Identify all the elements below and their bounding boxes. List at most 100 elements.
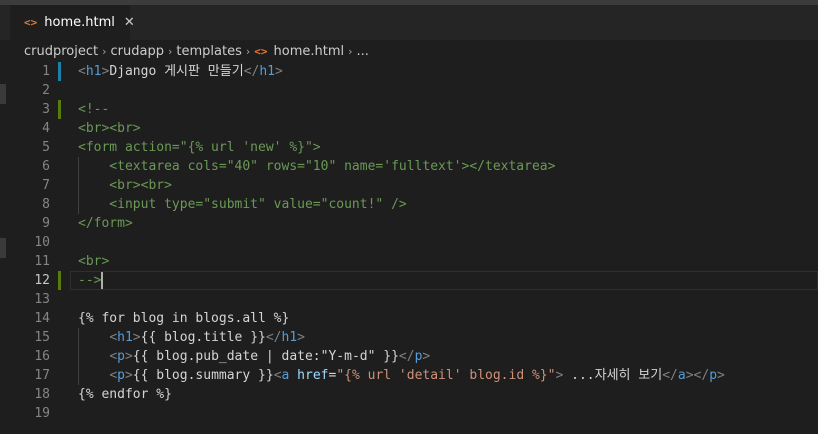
code-line[interactable]: 11 <br> [0, 252, 818, 271]
breadcrumb-more[interactable]: ... [357, 44, 369, 59]
code-line[interactable]: 1 <h1>Django 게시판 만들기</h1> [0, 62, 818, 81]
git-change-marker[interactable] [58, 100, 61, 119]
code-line[interactable]: 12 --> [0, 271, 818, 290]
code-line[interactable]: 4 <br><br> [0, 119, 818, 138]
code-line[interactable]: 5 <form action="{% url 'new' %}"> [0, 138, 818, 157]
code-token: p [709, 368, 718, 383]
code-token: <br><br> [78, 121, 141, 136]
git-change-marker[interactable] [58, 271, 61, 290]
tab-home-html[interactable]: <> home.html ✕ [10, 5, 135, 40]
line-number: 19 [34, 406, 50, 421]
line-number: 7 [42, 178, 50, 193]
code-line[interactable]: 16 <p>{{ blog.pub_date | date:"Y-m-d" }}… [0, 347, 818, 366]
code-token: h1 [85, 64, 102, 79]
code-line[interactable]: 18 {% endfor %} [0, 385, 818, 404]
line-number: 15 [34, 330, 50, 345]
code-token: > [132, 330, 141, 345]
code-token: h1 [259, 64, 275, 79]
line-code: <h1>{{ blog.title }}</h1> [78, 328, 305, 347]
tab-label: home.html [44, 15, 115, 30]
line-number: 14 [34, 311, 50, 326]
code-token: {% endfor %} [78, 387, 172, 402]
line-code: <br><br> [78, 119, 141, 138]
code-line[interactable]: 2 [0, 81, 818, 100]
code-token: a [677, 368, 686, 383]
line-code: --> [78, 271, 101, 290]
code-line[interactable]: 15 <h1>{{ blog.title }}</h1> [0, 328, 818, 347]
line-code: <!-- [78, 100, 109, 119]
code-line[interactable]: 3 <!-- [0, 100, 818, 119]
code-token: h1 [117, 330, 133, 345]
code-line[interactable]: 6 <textarea cols="40" rows="10" name='fu… [0, 157, 818, 176]
code-token: {{ blog.pub_date | date:"Y-m-d" }} [132, 349, 399, 364]
code-line[interactable]: 9 </form> [0, 214, 818, 233]
line-number: 17 [34, 368, 50, 383]
code-line[interactable]: 17 <p>{{ blog.summary }}<a href="{% url … [0, 366, 818, 385]
html-file-icon: <> [254, 44, 268, 58]
vscode-window: <> home.html ✕ crudproject › crudapp › t… [0, 0, 818, 434]
code-token: <!-- [78, 102, 110, 117]
code-token: < [109, 330, 118, 345]
code-token: > [717, 368, 725, 383]
line-number: 6 [42, 159, 50, 174]
code-token: </ [265, 330, 282, 345]
line-code: <br><br> [78, 176, 172, 195]
breadcrumb-crudapp[interactable]: crudapp [111, 44, 164, 59]
line-code: <form action="{% url 'new' %}"> [78, 138, 321, 157]
code-token: {% for blog in blogs.all %} [78, 311, 290, 326]
code-token: > [422, 349, 431, 364]
code-line[interactable]: 14 {% for blog in blogs.all %} [0, 309, 818, 328]
code-token: ></ [685, 368, 710, 383]
code-token: {{ blog.title }} [140, 330, 266, 345]
code-line[interactable]: 19 [0, 404, 818, 423]
code-token: </form> [78, 216, 133, 231]
code-token: < [109, 349, 118, 364]
line-number: 9 [42, 216, 50, 231]
line-number: 10 [34, 235, 50, 250]
code-token: > [275, 64, 283, 79]
line-number: 3 [42, 102, 50, 117]
line-number: 16 [34, 349, 50, 364]
code-line[interactable]: 10 [0, 233, 818, 252]
code-token: < [273, 368, 282, 383]
breadcrumb-home-html[interactable]: home.html [274, 44, 345, 59]
code-token: </ [398, 349, 415, 364]
breadcrumb-crudproject[interactable]: crudproject [24, 44, 98, 59]
code-token: p [117, 349, 125, 364]
code-line[interactable]: 7 <br><br> [0, 176, 818, 195]
chevron-right-icon: › [167, 44, 173, 58]
code-token: </ [662, 368, 678, 383]
code-token: <textarea cols="40" rows="10" name='full… [78, 159, 556, 174]
code-line[interactable]: 13 [0, 290, 818, 309]
code-token: <form action="{% url 'new' %}"> [78, 140, 321, 155]
chevron-right-icon: › [348, 44, 353, 58]
code-token: < [109, 368, 118, 383]
code-token: h1 [281, 330, 298, 345]
line-number: 1 [42, 64, 50, 79]
line-number: 13 [34, 292, 50, 307]
line-number: 18 [34, 387, 50, 402]
code-token: > [297, 330, 305, 345]
line-code: <textarea cols="40" rows="10" name='full… [78, 157, 555, 176]
line-number: 8 [42, 197, 50, 212]
code-token: ...자세히 보기 [563, 368, 663, 383]
code-token: </ [243, 64, 260, 79]
git-change-marker[interactable] [58, 62, 61, 81]
code-editor[interactable]: 1 <h1>Django 게시판 만들기</h1> 2 3 <!-- 4 <br><br> 5… [0, 62, 818, 434]
line-code: {% endfor %} [78, 385, 172, 404]
code-token: < [78, 64, 86, 79]
code-token: <br><br> [78, 178, 172, 193]
code-token: href [297, 368, 329, 383]
line-code: <p>{{ blog.pub_date | date:"Y-m-d" }}</p… [78, 347, 430, 366]
tab-bar: <> home.html ✕ [0, 5, 818, 40]
chevron-right-icon: › [245, 44, 251, 58]
code-token: Django 게시판 만들기 [109, 64, 244, 79]
breadcrumb-templates[interactable]: templates [176, 44, 241, 59]
code-line[interactable]: 8 <input type="submit" value="count!" /> [0, 195, 818, 214]
close-icon[interactable]: ✕ [124, 15, 135, 30]
code-token: > [124, 349, 133, 364]
code-token: > [124, 368, 133, 383]
